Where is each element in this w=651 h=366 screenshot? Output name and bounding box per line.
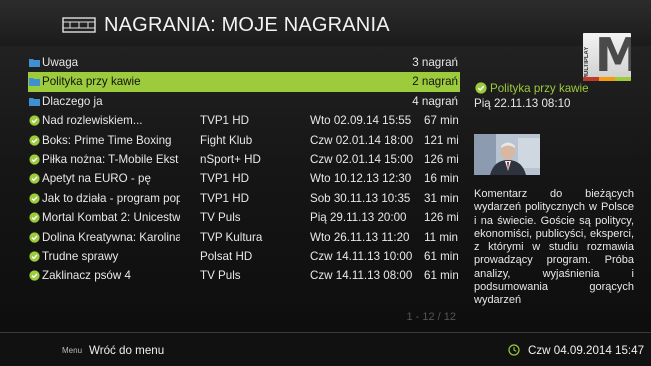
folder-name: Dlaczego ja [42, 94, 103, 108]
recording-channel: Fight Klub [200, 133, 253, 147]
recording-title: Zaklinacz psów 4 [42, 269, 131, 283]
folder-row[interactable]: Polityka przy kawie 2 nagrań [28, 72, 460, 92]
check-icon [29, 115, 40, 126]
folder-icon [29, 78, 40, 87]
recording-duration: 126 min [424, 152, 458, 166]
recording-row[interactable]: Jak to działa - program pop TVP1 HD Sob 30… [28, 189, 460, 208]
menu-key-hint: Menu [62, 346, 83, 355]
recording-duration: 11 min [424, 230, 458, 244]
recording-row[interactable]: Apetyt na EURO - pę TVP1 HD Wto 10.12.13 1… [28, 169, 460, 188]
logo-letter: M [595, 33, 631, 81]
recording-date: Czw 02.01.14 15:00 [310, 152, 414, 166]
recording-date: Wto 26.11.13 11:20 [310, 230, 410, 244]
check-icon [29, 251, 40, 262]
recordings-list: Uwaga 3 nagrań Polityka przy kawie 2 nagrań… [28, 53, 460, 286]
folder-icon [29, 59, 40, 67]
header: NAGRANIA: MOJE NAGRANIA [0, 0, 651, 46]
back-to-menu-button[interactable]: Wróć do menu [89, 344, 164, 357]
footer: Menu Wróć do menu Czw 04.09.2014 15:47 [0, 333, 651, 366]
check-icon [29, 231, 40, 243]
recording-title: Mortal Kombat 2: Unicestw [42, 211, 180, 225]
recording-duration: 16 min [424, 172, 458, 186]
recording-row[interactable]: Boks: Prime Time Boxing Fight Klub Czw 02.… [28, 131, 460, 150]
thumbnail-image [474, 134, 540, 175]
recording-channel: Polsat HD [200, 249, 253, 263]
recording-channel: TVP1 HD [200, 114, 249, 128]
recording-title: Piłka nożna: T-Mobile Ekst [42, 152, 179, 166]
folder-name: Polityka przy kawie [42, 75, 141, 89]
recording-channel: TV Puls [200, 269, 241, 283]
recording-date: Sob 30.11.13 10:35 [310, 191, 411, 205]
recording-channel: TVP Kultura [200, 230, 263, 244]
folder-row[interactable]: Uwaga 3 nagrań [28, 53, 460, 72]
folder-count: 3 nagrań [412, 56, 458, 69]
folder-name: Uwaga [42, 56, 79, 69]
recording-channel: TVP1 HD [200, 191, 249, 205]
recording-date: Czw 02.01.14 18:00 [310, 133, 414, 147]
recording-row[interactable]: Mortal Kombat 2: Unicestw TV Puls Pią 29.1… [28, 208, 460, 227]
recording-date: Czw 14.11.13 10:00 [310, 249, 413, 263]
details-description: Komentarz do bieżących wydarzeń politycz… [474, 188, 634, 307]
recording-duration: 121 min [424, 133, 458, 147]
recording-date: Czw 14.11.13 08:00 [310, 269, 413, 283]
recording-duration: 31 min [424, 191, 458, 205]
check-icon [29, 193, 40, 204]
recording-channel: nSport+ HD [200, 152, 261, 166]
check-icon [29, 154, 40, 165]
folder-count: 4 nagrań [412, 94, 458, 108]
current-datetime: Czw 04.09.2014 15:47 [528, 344, 645, 357]
page-title-row: NAGRANIA: MOJE NAGRANIA [62, 13, 390, 37]
recording-date: Pią 29.11.13 20:00 [310, 211, 407, 225]
recording-row[interactable]: Piłka nożna: T-Mobile Ekst nSport+ HD Czw … [28, 150, 460, 169]
recording-duration: 67 min [424, 114, 458, 128]
recording-title: Jak to działa - program pop [42, 191, 180, 205]
recording-row[interactable]: Trudne sprawy Polsat HD Czw 14.11.13 10:00… [28, 247, 460, 266]
recording-row[interactable]: Nad rozlewiskiem... TVP1 HD Wto 02.09.14 1… [28, 111, 460, 130]
recording-title: Boks: Prime Time Boxing [42, 133, 172, 147]
recording-row[interactable]: Dolina Kreatywna: Karolina TVP Kultura Wto… [28, 228, 460, 247]
page-title: NAGRANIA: MOJE NAGRANIA [104, 13, 390, 36]
multiplay-logo: MULTIPLAY M [583, 33, 631, 81]
folder-icon [29, 97, 40, 106]
recording-date: Wto 10.12.13 12:30 [310, 172, 412, 186]
logo-side-text: MULTIPLAY [584, 46, 590, 80]
recordings-screen: NAGRANIA: MOJE NAGRANIA MULTIPLAY M Uwag… [0, 0, 651, 366]
recording-duration: 126 min [424, 211, 458, 225]
clock-icon [508, 344, 520, 356]
details-date: Pią 22.11.13 08:10 [474, 97, 571, 110]
program-thumbnail [474, 134, 540, 175]
recording-date: Wto 02.09.14 15:55 [310, 114, 412, 128]
details-title: Polityka przy kawie [490, 82, 589, 95]
details-title-row: Polityka przy kawie [474, 80, 636, 96]
folder-count: 2 nagrań [412, 75, 458, 89]
details-panel: Polityka przy kawie Pią 22.11.13 08:10 K… [474, 80, 636, 308]
check-icon [29, 173, 40, 184]
recording-channel: TVP1 HD [200, 172, 249, 186]
recording-duration: 61 min [424, 269, 458, 283]
pagination: 1 - 12 / 12 [406, 311, 456, 323]
recording-row[interactable]: Zaklinacz psów 4 TV Puls Czw 14.11.13 08:0… [28, 266, 460, 285]
recording-channel: TV Puls [200, 211, 241, 225]
recording-title: Dolina Kreatywna: Karolina [42, 230, 180, 244]
check-icon [29, 212, 40, 223]
check-icon [29, 134, 40, 146]
film-icon [62, 17, 96, 33]
recording-duration: 61 min [424, 249, 458, 263]
check-icon [475, 82, 487, 94]
folder-row[interactable]: Dlaczego ja 4 nagrań [28, 92, 460, 111]
recording-title: Trudne sprawy [42, 249, 119, 263]
recording-title: Nad rozlewiskiem... [42, 114, 143, 128]
check-icon [29, 270, 40, 281]
recording-title: Apetyt na EURO - pę [42, 172, 151, 186]
